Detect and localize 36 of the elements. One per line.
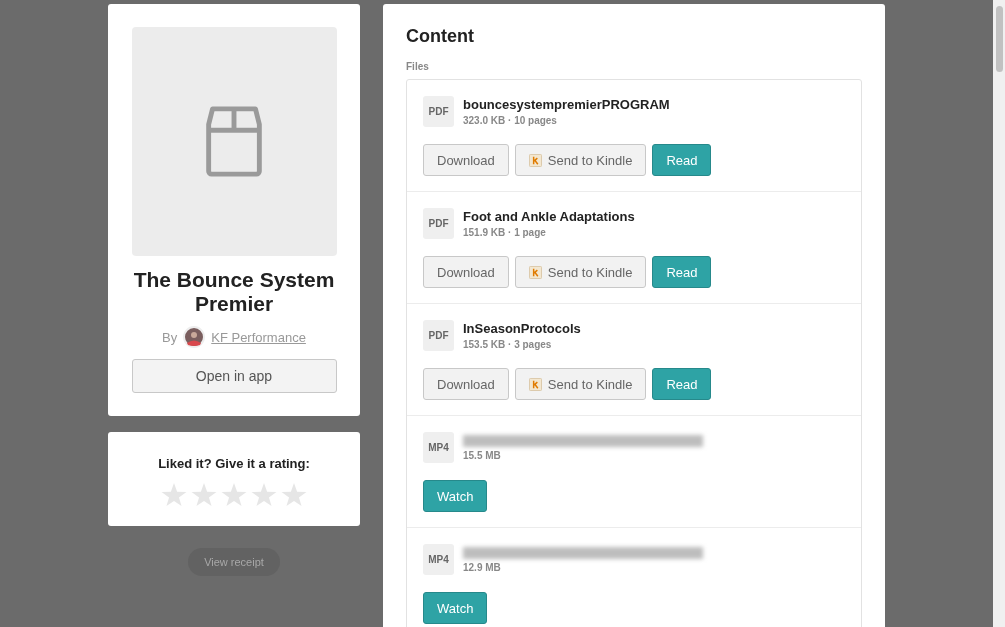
content-heading: Content [406,26,475,47]
open-in-app-button[interactable]: Open in app [131,359,337,393]
file-meta: 151.9 KB · 1 page [463,227,547,238]
kindle-icon [528,153,542,167]
file-type-label: PDF [423,208,454,239]
download-button[interactable]: Download [423,368,509,400]
file-type-label: PDF [423,96,454,127]
download-button[interactable]: Download [423,144,509,176]
section-label: Files [406,61,430,72]
author-link[interactable]: KF Performance [211,329,306,345]
file-meta: 12.9 MB [463,562,502,573]
file-meta: 153.5 KB · 3 pages [463,339,553,350]
file-title: Foot and Ankle Adaptations [463,209,635,224]
file-type-label: PDF [423,320,454,351]
file-meta: 323.0 KB · 10 pages [463,115,558,126]
read-button[interactable]: Read [652,144,712,176]
file-meta: 15.5 MB [463,450,502,461]
kindle-icon [528,377,542,391]
read-button[interactable]: Read [652,256,712,288]
scrollbar[interactable] [993,0,1005,627]
file-type-label: MP4 [423,544,454,575]
avatar [183,326,206,348]
product-title: The Bounce System Premier [132,268,336,316]
by-label: By [162,329,178,345]
send-to-kindle-button[interactable]: Send to Kindle [514,368,647,400]
file-type-label: MP4 [423,432,454,463]
rating-prompt: Liked it? Give it a rating: [158,456,310,471]
watch-button[interactable]: Watch [423,480,488,512]
send-to-kindle-button[interactable]: Send to Kindle [514,256,647,288]
file-title: InSeasonProtocols [463,321,581,336]
read-button[interactable]: Read [652,368,712,400]
download-button[interactable]: Download [423,256,509,288]
kindle-icon [528,265,542,279]
send-to-kindle-button[interactable]: Send to Kindle [514,144,647,176]
watch-button[interactable]: Watch [423,592,488,624]
file-title: bouncesystempremierPROGRAM [463,97,670,112]
